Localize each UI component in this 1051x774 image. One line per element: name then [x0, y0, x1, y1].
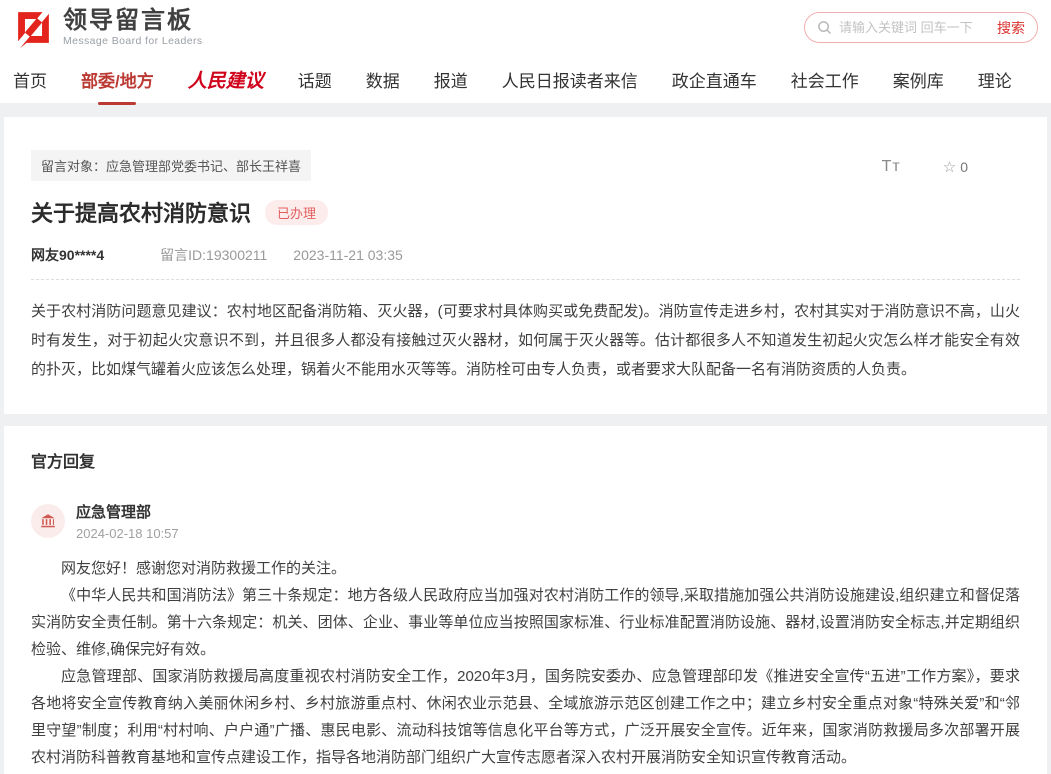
reply-agency-name: 应急管理部 [76, 504, 179, 522]
font-size-toggle-icon[interactable]: Tᴛ [882, 158, 901, 176]
nav-item-home[interactable]: 首页 [13, 63, 47, 96]
nav-item-social-work[interactable]: 社会工作 [791, 63, 859, 96]
message-date: 2023-11-21 03:35 [293, 247, 403, 263]
site-subtitle: Message Board for Leaders [63, 35, 203, 47]
search-icon [817, 20, 832, 35]
message-title: 关于提高农村消防意识 [31, 196, 251, 228]
nav-item-case-library[interactable]: 案例库 [893, 63, 944, 96]
main-nav: 首页 部委/地方 人民建议 话题 数据 报道 人民日报读者来信 政企直通车 社会… [0, 55, 1051, 104]
reply-date: 2024-02-18 10:57 [76, 526, 179, 541]
message-id: 留言ID:19300211 [160, 245, 267, 265]
message-author: 网友90****4 [31, 245, 104, 265]
nav-item-reader-letters[interactable]: 人民日报读者来信 [502, 63, 638, 96]
government-building-icon [39, 512, 57, 530]
message-body: 关于农村消防问题意见建议：农村地区配备消防箱、灭火器，(可要求村具体购买或免费配… [31, 297, 1020, 384]
reply-section-title: 官方回复 [31, 448, 1020, 472]
divider [31, 279, 1020, 280]
agency-avatar [31, 504, 65, 538]
message-card: 留言对象：应急管理部党委书记、部长王祥喜 Tᴛ ☆ 0 关于提高农村消防意识 已… [4, 117, 1047, 414]
nav-item-data[interactable]: 数据 [366, 63, 400, 96]
star-icon: ☆ [943, 158, 956, 176]
search-box[interactable]: 搜索 [804, 12, 1038, 43]
reply-paragraph: 《中华人民共和国消防法》第三十条规定：地方各级人民政府应当加强对农村消防工作的领… [31, 582, 1020, 663]
site-header: 领导留言板 Message Board for Leaders 搜索 [0, 0, 1051, 55]
message-board-logo-icon [13, 7, 54, 48]
nav-item-theory[interactable]: 理论 [978, 63, 1012, 96]
favorite-count: 0 [960, 159, 968, 175]
nav-item-gov-enterprise[interactable]: 政企直通车 [672, 63, 757, 96]
message-target-badge: 留言对象：应急管理部党委书记、部长王祥喜 [31, 150, 311, 181]
search-input[interactable] [839, 20, 997, 35]
nav-item-people-suggestions[interactable]: 人民建议 [188, 62, 264, 97]
site-title: 领导留言板 [63, 8, 203, 33]
status-badge: 已办理 [265, 200, 328, 225]
reply-body: 网友您好！感谢您对消防救援工作的关注。《中华人民共和国消防法》第三十条规定：地方… [31, 555, 1020, 774]
nav-item-topics[interactable]: 话题 [298, 63, 332, 96]
nav-item-reports[interactable]: 报道 [434, 63, 468, 96]
nav-item-ministries-local[interactable]: 部委/地方 [81, 63, 154, 96]
search-button[interactable]: 搜索 [997, 18, 1025, 38]
reply-paragraph: 网友您好！感谢您对消防救援工作的关注。 [31, 555, 1020, 582]
reply-paragraph: 应急管理部、国家消防救援局高度重视农村消防安全工作，2020年3月，国务院安委办… [31, 663, 1020, 771]
favorite-button[interactable]: ☆ 0 [943, 158, 968, 176]
site-logo[interactable]: 领导留言板 Message Board for Leaders [13, 7, 203, 48]
official-reply-card: 官方回复 应急管理部 2024-02-18 10:57 网友您好！感谢您对消防救… [4, 426, 1047, 774]
